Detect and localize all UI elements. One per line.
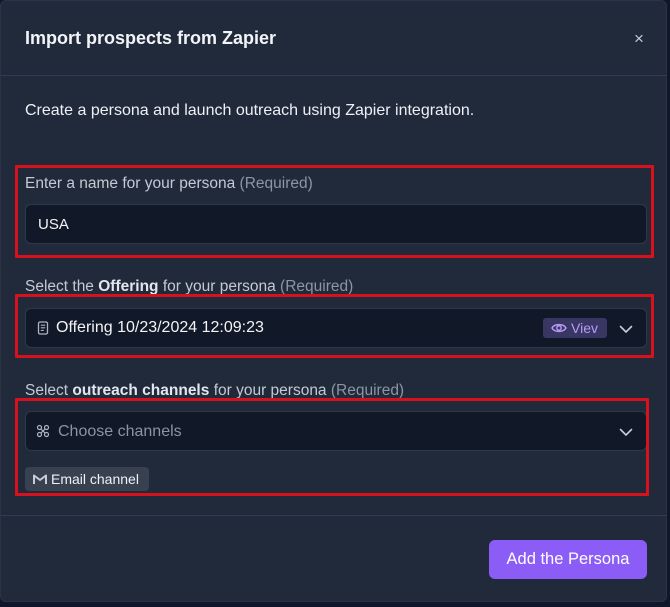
channels-placeholder: Choose channels: [58, 423, 182, 440]
chevron-down-icon[interactable]: [618, 424, 634, 440]
import-modal: Import prospects from Zapier × Create a …: [0, 0, 667, 602]
email-channel-label: Email channel: [51, 471, 139, 487]
required-tag: (Required): [239, 175, 313, 192]
modal-title: Import prospects from Zapier: [25, 28, 277, 48]
eye-icon: [551, 323, 567, 333]
channels-label: Select outreach channels for your person…: [25, 382, 405, 399]
required-tag: (Required): [330, 382, 405, 399]
required-tag: (Required): [280, 278, 354, 295]
footer-divider: [1, 515, 666, 516]
offering-selected-value: Offering 10/23/2024 12:09:23: [56, 319, 264, 336]
channels-select[interactable]: Choose channels: [25, 411, 647, 451]
persona-name-input[interactable]: USA: [25, 204, 647, 244]
channels-icon: [36, 424, 50, 438]
offering-label: Select the Offering for your persona (Re…: [25, 278, 354, 295]
modal-description: Create a persona and launch outreach usi…: [25, 102, 475, 119]
email-channel-chip[interactable]: Email channel: [25, 467, 149, 491]
gmail-icon: [33, 474, 47, 484]
modal-header: Import prospects from Zapier ×: [1, 1, 666, 76]
document-icon: [37, 321, 49, 335]
close-icon[interactable]: ×: [629, 29, 649, 49]
chevron-down-icon[interactable]: [618, 321, 634, 337]
persona-name-value[interactable]: USA: [38, 216, 69, 233]
persona-name-label: Enter a name for your persona (Required): [25, 175, 313, 192]
offering-select[interactable]: Offering 10/23/2024 12:09:23 Viev: [25, 308, 647, 348]
view-offering-label: Viev: [571, 320, 598, 336]
add-persona-button[interactable]: Add the Persona: [489, 540, 647, 579]
view-offering-button[interactable]: Viev: [543, 318, 607, 338]
